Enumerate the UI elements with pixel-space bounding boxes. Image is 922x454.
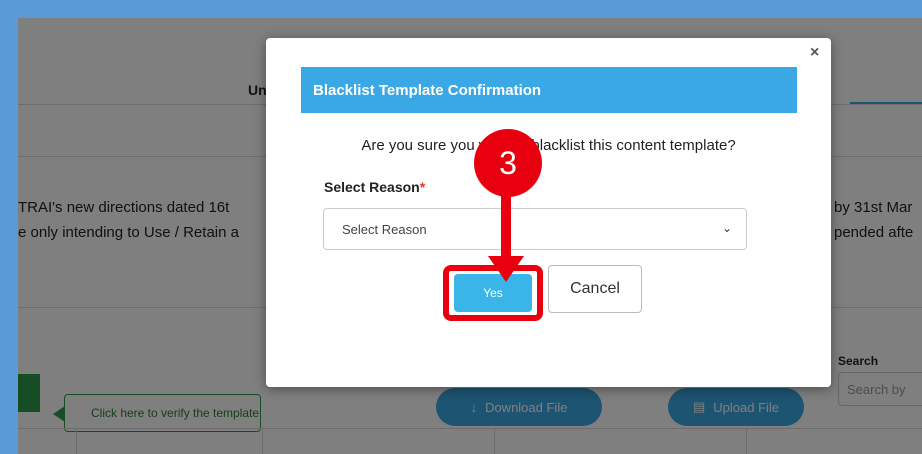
required-marker: * — [419, 179, 426, 195]
reason-select-value: Select Reason — [342, 221, 427, 237]
step-number: 3 — [499, 144, 517, 181]
close-icon[interactable]: × — [810, 44, 819, 62]
chevron-down-icon: ⌄ — [721, 221, 732, 235]
select-reason-label: Select Reason* — [324, 179, 425, 195]
annotation-arrow-head-icon — [488, 256, 524, 282]
select-reason-label-text: Select Reason — [324, 179, 420, 195]
dialog-title-text: Blacklist Template Confirmation — [313, 81, 542, 99]
step-number-badge: 3 — [474, 129, 542, 197]
annotation-arrow-shaft — [501, 190, 511, 256]
dialog-title: Blacklist Template Confirmation — [301, 67, 797, 113]
cancel-button[interactable]: Cancel — [548, 265, 642, 313]
reason-select[interactable]: Select Reason ⌄ — [323, 208, 747, 250]
blacklist-confirmation-dialog: × Blacklist Template Confirmation Are yo… — [266, 38, 831, 387]
confirmation-question: Are you sure you want to blacklist this … — [361, 137, 736, 154]
cancel-button-label: Cancel — [570, 280, 620, 297]
